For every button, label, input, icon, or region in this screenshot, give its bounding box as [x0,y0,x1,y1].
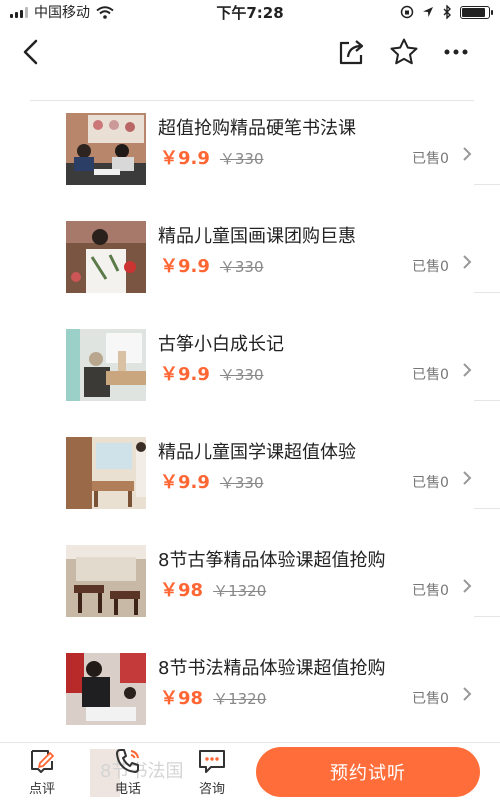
favorite-button[interactable] [382,30,426,74]
carrier-name: 中国移动 [34,5,90,21]
star-icon [390,38,418,65]
sold-count: 已售0 [412,259,449,275]
chevron-right-icon [463,255,472,269]
bottom-action-bar: 8节书法国 点评 电话 咨询 预约试听 [0,742,500,800]
sold-count: 已售0 [412,151,449,167]
course-price: ￥9.9 [160,472,210,493]
status-time: 下午7:28 [216,3,284,22]
share-icon [339,40,364,65]
list-item[interactable]: 8节古筝精品体验课超值抢购 ￥98 ￥1320 已售0 [0,512,500,620]
row-separator [474,184,500,185]
phone-label: 电话 [114,782,141,797]
chevron-right-icon [463,147,472,161]
chevron-right-icon [463,579,472,593]
original-price: ￥330 [219,150,264,168]
course-title: 精品儿童国画课团购巨惠 [158,226,356,247]
sold-count: 已售0 [412,583,449,599]
original-price: ￥330 [219,474,264,492]
sold-count: 已售0 [412,367,449,383]
original-price: ￥330 [219,366,264,384]
course-thumbnail [66,545,146,617]
list-item[interactable]: 古筝小白成长记 ￥9.9 ￥330 已售0 [0,296,500,404]
course-title: 精品儿童国学课超值体验 [158,442,356,463]
more-icon [444,49,468,55]
course-title: 古筝小白成长记 [158,334,284,355]
course-list[interactable]: 超值抢购精品硬笔书法课 ￥9.9 ￥330 已售0 精品儿童国画课团购巨惠 ￥9… [0,80,500,742]
list-item[interactable]: 8节书法精品体验课超值抢购 ￥98 ￥1320 已售0 [0,620,500,728]
phone-icon [116,749,139,773]
course-price: ￥98 [160,688,204,709]
sold-count: 已售0 [412,691,449,707]
phone-button[interactable]: 电话 [98,747,158,799]
back-arrow-icon [23,39,38,65]
course-thumbnail [66,329,146,401]
chat-icon [199,750,225,773]
course-title: 超值抢购精品硬笔书法课 [158,118,356,139]
review-button[interactable]: 点评 [12,747,72,799]
review-icon [31,750,54,773]
row-separator [474,616,500,617]
course-title: 8节古筝精品体验课超值抢购 [158,550,386,571]
sold-count: 已售0 [412,475,449,491]
course-thumbnail [66,653,146,725]
list-item[interactable]: 精品儿童国画课团购巨惠 ￥9.9 ￥330 已售0 [0,188,500,296]
course-price: ￥9.9 [160,256,210,277]
book-trial-button[interactable]: 预约试听 [256,747,480,797]
bluetooth-icon [443,5,451,19]
back-button[interactable] [22,32,52,72]
course-title: 8节书法精品体验课超值抢购 [158,658,386,679]
course-thumbnail [66,113,146,185]
signal-icon [10,6,28,18]
consult-label: 咨询 [198,782,225,797]
original-price: ￥1320 [213,582,267,600]
share-button[interactable] [330,30,374,74]
location-icon [423,7,433,17]
chevron-right-icon [463,687,472,701]
battery-icon [460,5,493,19]
course-thumbnail [66,437,146,509]
course-thumbnail [66,221,146,293]
course-price: ￥9.9 [160,364,210,385]
list-item[interactable]: 超值抢购精品硬笔书法课 ￥9.9 ￥330 已售0 [0,80,500,188]
row-separator [474,508,500,509]
course-price: ￥9.9 [160,148,210,169]
original-price: ￥330 [219,258,264,276]
review-label: 点评 [28,782,55,797]
original-price: ￥1320 [213,690,267,708]
row-separator [474,292,500,293]
consult-button[interactable]: 咨询 [182,747,242,799]
wifi-icon [96,5,114,19]
nav-bar [0,24,500,80]
status-bar: 中国移动 下午7:28 [0,0,500,24]
row-separator [474,400,500,401]
more-button[interactable] [434,30,478,74]
chevron-right-icon [463,471,472,485]
list-item[interactable]: 精品儿童国学课超值体验 ￥9.9 ￥330 已售0 [0,404,500,512]
course-price: ￥98 [160,580,204,601]
chevron-right-icon [463,363,472,377]
orientation-lock-icon [400,5,414,19]
